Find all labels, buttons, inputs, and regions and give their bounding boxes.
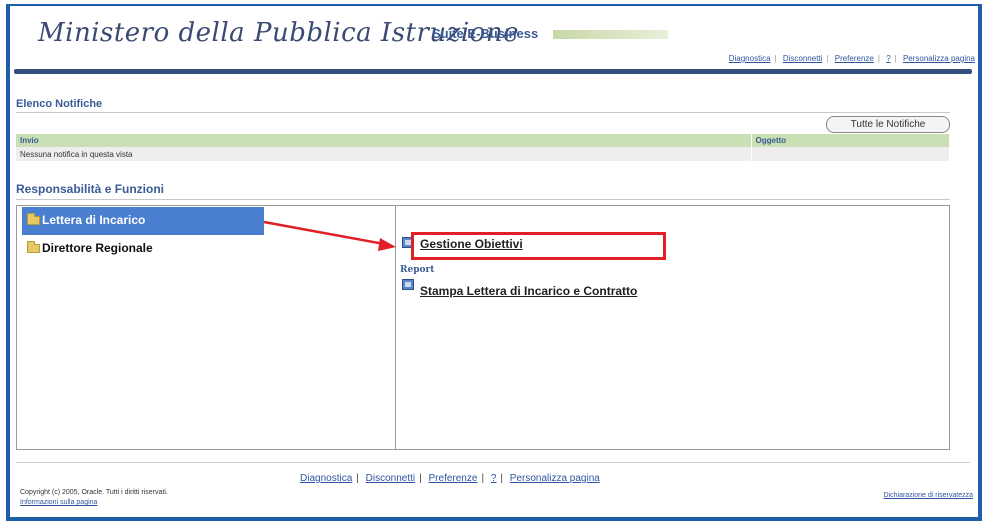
- footer-link-help[interactable]: ?: [491, 473, 497, 484]
- footer-link-personalizza[interactable]: Personalizza pagina: [510, 473, 600, 484]
- arrow-head: [378, 238, 396, 251]
- arrow-line: [263, 220, 385, 246]
- privacy-link[interactable]: Dichiarazione di riservatezza: [884, 492, 973, 499]
- page-info-link[interactable]: Informazioni sulla pagina: [20, 499, 97, 506]
- footer-divider: [16, 462, 970, 463]
- footer-link-diagnostica[interactable]: Diagnostica: [300, 473, 352, 484]
- annotation-arrow: [263, 220, 396, 251]
- footer-link-preferenze[interactable]: Preferenze: [429, 473, 478, 484]
- footer-link-disconnetti[interactable]: Disconnetti: [366, 473, 415, 484]
- footer-global-links: Diagnostica | Disconnetti | Preferenze | ? |…: [300, 473, 600, 484]
- copyright-text: Copyright (c) 2005, Oracle. Tutti i diri…: [20, 489, 168, 496]
